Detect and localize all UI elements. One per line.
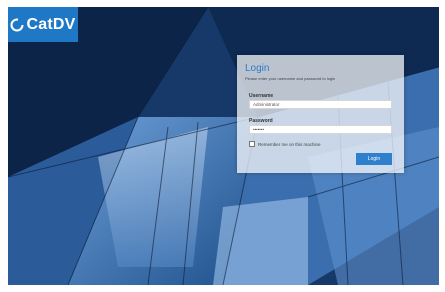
login-page: CatDV Login Please enter your username a… xyxy=(0,0,445,292)
catdv-logo: CatDV xyxy=(8,7,78,42)
login-subtitle: Please enter your username and password … xyxy=(245,76,336,81)
remember-me-checkbox[interactable] xyxy=(249,141,255,147)
password-label: Password xyxy=(249,118,273,124)
password-input[interactable] xyxy=(249,125,392,134)
remember-me-label: Remember me on this machine xyxy=(258,141,321,147)
username-input[interactable] xyxy=(249,100,392,109)
login-button[interactable]: Login xyxy=(356,153,392,165)
logo-text: CatDV xyxy=(26,15,76,33)
login-panel: Login Please enter your username and pas… xyxy=(237,55,404,173)
remember-me-row[interactable]: Remember me on this machine xyxy=(249,141,321,147)
logo-icon xyxy=(10,17,25,31)
username-label: Username xyxy=(249,93,274,99)
login-title: Login xyxy=(245,63,270,74)
